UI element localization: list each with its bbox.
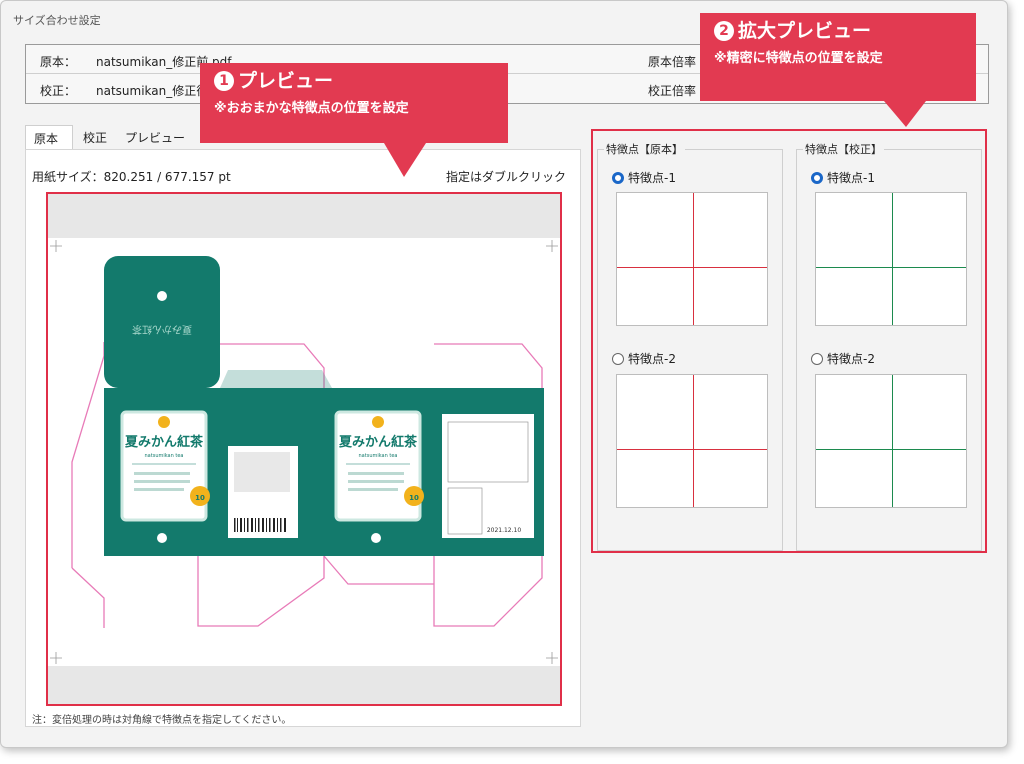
callout-preview-sub: ※おおまかな特徴点の位置を設定 [214,101,409,116]
original-rate-label: 原本倍率 [648,55,697,69]
callout-preview-tail [384,143,426,177]
preview-paper: 夏みかん紅茶 natsumikan tea 10 夏みかん紅茶 natsumik… [48,238,560,666]
crosshair-vertical [693,193,694,325]
radio-checked-icon [811,172,823,184]
corrected-point-1-label: 特徴点-1 [827,171,875,185]
callout-zoom-tail [884,101,926,127]
original-point-2-radio[interactable]: 特徴点-2 [612,350,676,366]
original-point-1-zoom[interactable] [616,192,768,326]
tab-preview[interactable]: プレビュー [117,125,193,149]
original-label: 原本： [40,55,77,69]
crosshair-vertical [892,375,893,507]
callout-zoom-sub: ※精密に特徴点の位置を設定 [714,51,883,66]
crosshair-horizontal [816,267,966,268]
corrected-point-2-radio[interactable]: 特徴点-2 [811,350,875,366]
package-die-cut: 夏みかん紅茶 natsumikan tea 10 夏みかん紅茶 natsumik… [50,240,558,664]
original-point-2-zoom[interactable] [616,374,768,508]
corrected-point-2-zoom[interactable] [815,374,967,508]
preview-canvas[interactable]: 夏みかん紅茶 natsumikan tea 10 夏みかん紅茶 natsumik… [46,192,562,706]
double-click-hint: 指定はダブルクリック [445,170,566,184]
package-title-front-2: 夏みかん紅茶 [338,434,418,450]
radio-checked-icon [612,172,624,184]
radio-unchecked-icon [612,353,624,365]
original-point-2-label: 特徴点-2 [628,352,676,366]
feature-points-corrected-group: 特徴点【校正】 特徴点-1 特徴点-2 [796,141,982,551]
callout-number-2: 2 [714,21,734,41]
package-date: 2021.12.10 [487,527,522,534]
tab-original[interactable]: 原本 [25,125,73,149]
radio-unchecked-icon [811,353,823,365]
original-point-1-label: 特徴点-1 [628,171,676,185]
callout-zoom-title: 拡大プレビュー [738,20,872,42]
corrected-point-1-zoom[interactable] [815,192,967,326]
corrected-point-2-label: 特徴点-2 [827,352,875,366]
package-badge-2: 10 [409,494,419,502]
crosshair-vertical [892,193,893,325]
corrected-point-1-radio[interactable]: 特徴点-1 [811,169,875,185]
paper-size-label: 用紙サイズ：820.251 / 677.157 pt [32,170,231,184]
diagonal-note: 注：変倍処理の時は対角線で特徴点を指定してください。 [32,715,292,726]
zoom-preview-area: 特徴点【原本】 特徴点-1 特徴点-2 特徴点【校正】 特徴点-1 特徴点-2 [591,129,987,553]
package-title-front-1: 夏みかん紅茶 [124,434,204,450]
callout-preview: 1 プレビュー ※おおまかな特徴点の位置を設定 [200,63,508,143]
package-title-flipped: 夏みかん紅茶 [132,323,192,336]
package-badge-1: 10 [195,494,205,502]
package-subtitle-front-1: natsumikan tea [145,453,184,459]
feature-points-original-group: 特徴点【原本】 特徴点-1 特徴点-2 [597,141,783,551]
callout-number-1: 1 [214,71,234,91]
crosshair-horizontal [816,449,966,450]
crosshair-horizontal [617,267,767,268]
crosshair-vertical [693,375,694,507]
corrected-rate-label: 校正倍率 [648,84,697,98]
corrected-filename: natsumikan_修正後 [96,84,209,98]
original-point-1-radio[interactable]: 特徴点-1 [612,169,676,185]
tab-corrected[interactable]: 校正 [75,125,117,149]
callout-preview-title: プレビュー [238,70,334,92]
callout-zoom: 2 拡大プレビュー ※精密に特徴点の位置を設定 [700,13,976,101]
preview-pane: 用紙サイズ：820.251 / 677.157 pt 指定はダブルクリック 夏み… [25,149,581,727]
package-subtitle-front-2: natsumikan tea [359,453,398,459]
crosshair-horizontal [617,449,767,450]
feature-points-original-title: 特徴点【原本】 [604,141,685,157]
feature-points-corrected-title: 特徴点【校正】 [803,141,884,157]
corrected-label: 校正： [40,84,77,98]
window-title: サイズ合わせ設定 [13,14,101,27]
